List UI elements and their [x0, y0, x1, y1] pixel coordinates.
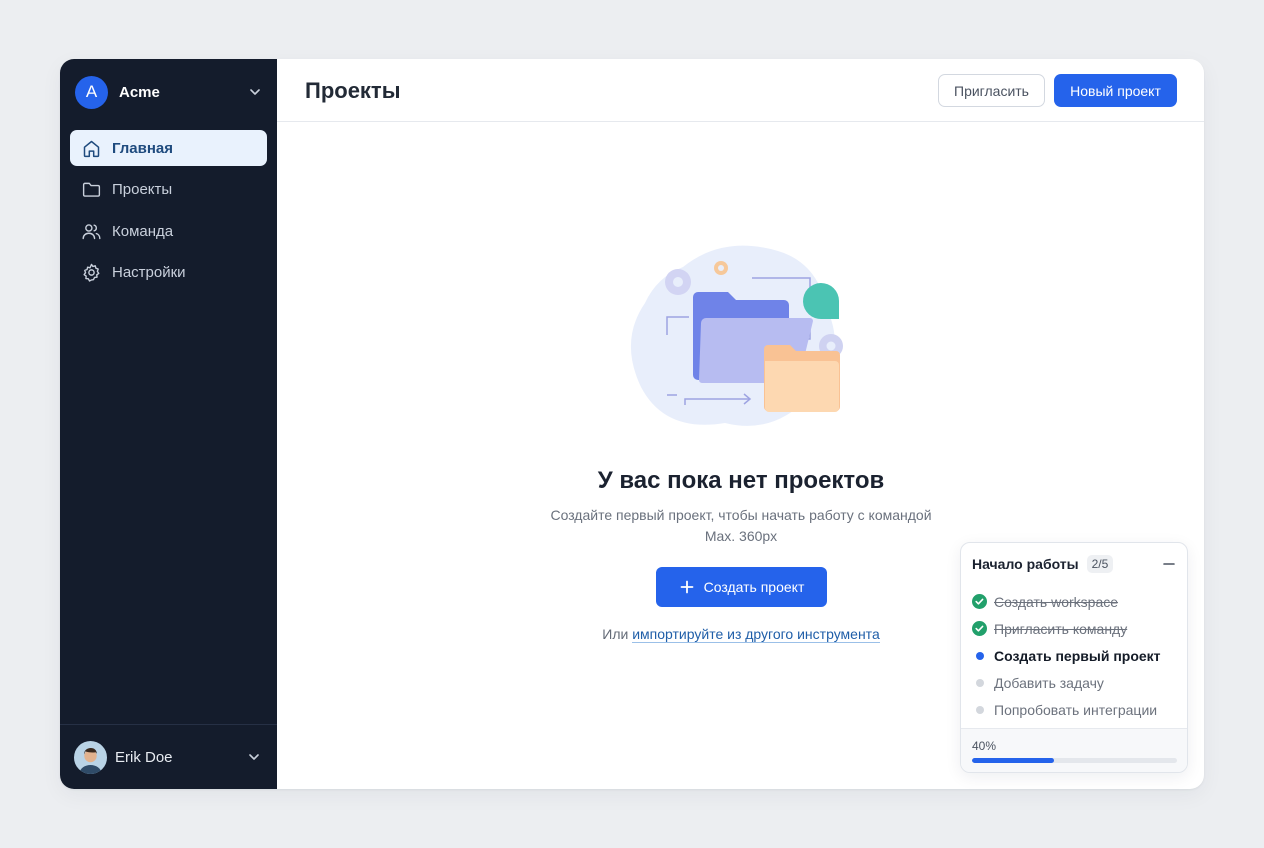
sidebar-item-team[interactable]: Команда	[70, 213, 267, 249]
sidebar: A Acme Главная Проекты Команда Настройки	[60, 59, 277, 789]
import-link[interactable]: импортируйте из другого инструмента	[632, 626, 880, 643]
chevron-down-icon	[249, 754, 259, 760]
top-bar: Проекты Пригласить Новый проект	[277, 59, 1204, 122]
sidebar-item-settings[interactable]: Настройки	[70, 255, 267, 291]
onboarding-progress: 40%	[961, 728, 1187, 772]
current-dot-icon	[972, 648, 987, 663]
step-label: Пригласить команду	[994, 620, 1128, 637]
onboarding-checklist: Начало работы 2/5 Создать workspace Приг…	[960, 542, 1188, 773]
page-title: Проекты	[305, 78, 401, 103]
folder-icon	[82, 182, 101, 197]
check-circle-icon	[972, 594, 987, 609]
workspace-switcher[interactable]: A Acme	[75, 75, 265, 109]
invite-button[interactable]: Пригласить	[938, 74, 1045, 107]
progress-label: 40%	[972, 739, 997, 753]
plus-icon	[680, 580, 694, 594]
step-label: Попробовать интеграции	[994, 701, 1158, 718]
empty-state-title: У вас пока нет проектов	[597, 467, 885, 494]
step-label: Создать первый проект	[994, 647, 1161, 664]
import-prefix: Или	[602, 626, 629, 642]
sidebar-item-projects[interactable]: Проекты	[70, 172, 267, 208]
workspace-name: Acme	[119, 83, 160, 101]
list-item[interactable]: Создать первый проект	[972, 642, 1179, 669]
list-item[interactable]: Добавить задачу	[972, 669, 1179, 696]
onboarding-steps: Создать workspace Пригласить команду Соз…	[972, 588, 1179, 723]
sidebar-nav: Главная Проекты Команда Настройки	[70, 130, 267, 296]
new-project-button[interactable]: Новый проект	[1054, 74, 1177, 107]
onboarding-header: Начало работы 2/5	[972, 554, 1176, 574]
pending-dot-icon	[972, 675, 987, 690]
progress-fill	[972, 758, 1054, 763]
home-icon	[83, 140, 100, 157]
chevron-down-icon	[250, 89, 260, 95]
create-project-label: Создать проект	[703, 579, 805, 595]
user-menu[interactable]: Erik Doe	[74, 740, 264, 774]
onboarding-title: Начало работы	[972, 556, 1079, 572]
users-icon	[82, 223, 101, 239]
list-item[interactable]: Пригласить команду	[972, 615, 1179, 642]
sidebar-item-label: Команда	[112, 222, 174, 240]
avatar	[74, 740, 107, 774]
sidebar-item-label: Главная	[112, 139, 174, 157]
empty-state-illustration	[630, 245, 843, 426]
minimize-icon[interactable]	[1162, 557, 1176, 571]
empty-state-text: Создайте первый проект, чтобы начать раб…	[550, 507, 932, 523]
sidebar-item-label: Настройки	[112, 264, 186, 281]
progress-track	[972, 758, 1177, 763]
step-label: Создать workspace	[994, 593, 1119, 610]
user-name: Erik Doe	[115, 748, 173, 766]
gear-icon	[83, 263, 100, 282]
sidebar-item-label: Проекты	[112, 181, 173, 198]
pending-dot-icon	[972, 702, 987, 717]
status-badge: 2/5	[1086, 555, 1114, 573]
create-project-button[interactable]: Создать проект	[656, 567, 827, 607]
check-circle-icon	[972, 621, 987, 636]
list-item[interactable]: Создать workspace	[972, 588, 1179, 615]
sidebar-item-home[interactable]: Главная	[70, 130, 267, 166]
sidebar-divider	[60, 724, 277, 725]
step-label: Добавить задачу	[994, 674, 1104, 691]
workspace-avatar: A	[75, 75, 108, 109]
empty-state-description: Создайте первый проект, чтобы начать раб…	[277, 505, 1204, 547]
list-item[interactable]: Попробовать интеграции	[972, 696, 1179, 723]
